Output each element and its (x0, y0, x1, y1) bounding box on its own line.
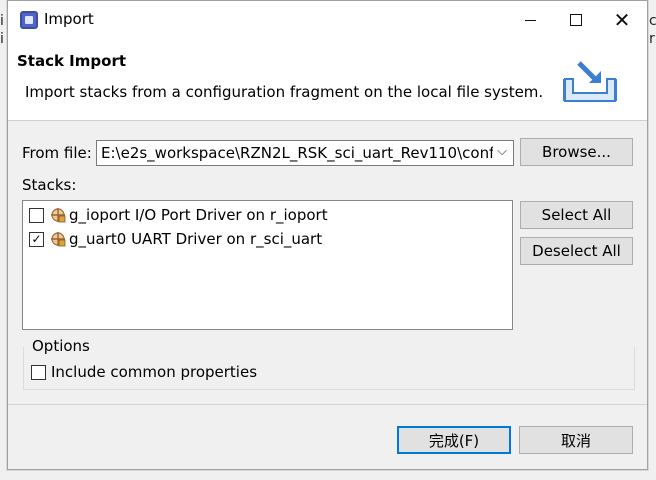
from-file-combo[interactable]: E:\e2s_workspace\RZN2L_RSK_sci_uart_Rev1… (96, 140, 514, 166)
page-description: Import stacks from a configuration fragm… (25, 83, 544, 101)
maximize-icon (570, 14, 582, 26)
close-button[interactable]: ✕ (599, 1, 645, 39)
browse-button[interactable]: Browse... (520, 138, 633, 166)
finish-button[interactable]: 完成(F) (397, 426, 511, 454)
options-legend: Options (30, 337, 92, 355)
eclipse-app-icon (20, 11, 38, 29)
from-file-value: E:\e2s_workspace\RZN2L_RSK_sci_uart_Rev1… (101, 144, 493, 162)
list-item[interactable]: g_ioport I/O Port Driver on r_ioport (29, 204, 328, 226)
background-text-fragment: c (649, 13, 656, 29)
select-all-button[interactable]: Select All (520, 201, 633, 229)
stack-checkbox[interactable] (29, 207, 44, 223)
stack-checkbox[interactable]: ✓ (29, 231, 44, 247)
include-common-properties-checkbox[interactable] (31, 364, 46, 380)
include-common-properties-label: Include common properties (51, 363, 258, 381)
close-icon: ✕ (613, 8, 631, 32)
include-common-properties-option[interactable]: Include common properties (31, 363, 257, 381)
import-tray-icon (557, 57, 623, 107)
list-item[interactable]: ✓ g_uart0 UART Driver on r_sci_uart (29, 228, 322, 250)
page-title: Stack Import (17, 52, 127, 70)
stacks-label: Stacks: (22, 176, 77, 194)
background-text-fragment: i (0, 13, 4, 29)
maximize-button[interactable] (553, 1, 599, 39)
stack-item-label: g_uart0 UART Driver on r_sci_uart (69, 230, 323, 248)
footer-separator (8, 404, 647, 405)
window-title: Import (44, 10, 94, 28)
background-text-fragment: i (0, 31, 4, 47)
from-file-label: From file: (22, 144, 92, 162)
title-bar[interactable]: Import ✕ (8, 1, 647, 39)
chevron-down-icon[interactable]: ⌵ (497, 144, 507, 159)
background-text-fragment: r (649, 31, 655, 47)
deselect-all-button[interactable]: Deselect All (520, 237, 633, 265)
stack-item-label: g_ioport I/O Port Driver on r_ioport (69, 206, 328, 224)
import-dialog: Import ✕ Stack Import Import stacks from… (7, 0, 648, 470)
cancel-button[interactable]: 取消 (519, 426, 633, 454)
stack-module-icon (51, 232, 66, 247)
minimize-button[interactable] (507, 1, 553, 39)
wizard-header: Stack Import Import stacks from a config… (8, 39, 647, 121)
stack-module-icon (51, 208, 66, 223)
stacks-list[interactable]: g_ioport I/O Port Driver on r_ioport ✓ g… (22, 200, 513, 330)
minimize-icon (524, 19, 536, 21)
